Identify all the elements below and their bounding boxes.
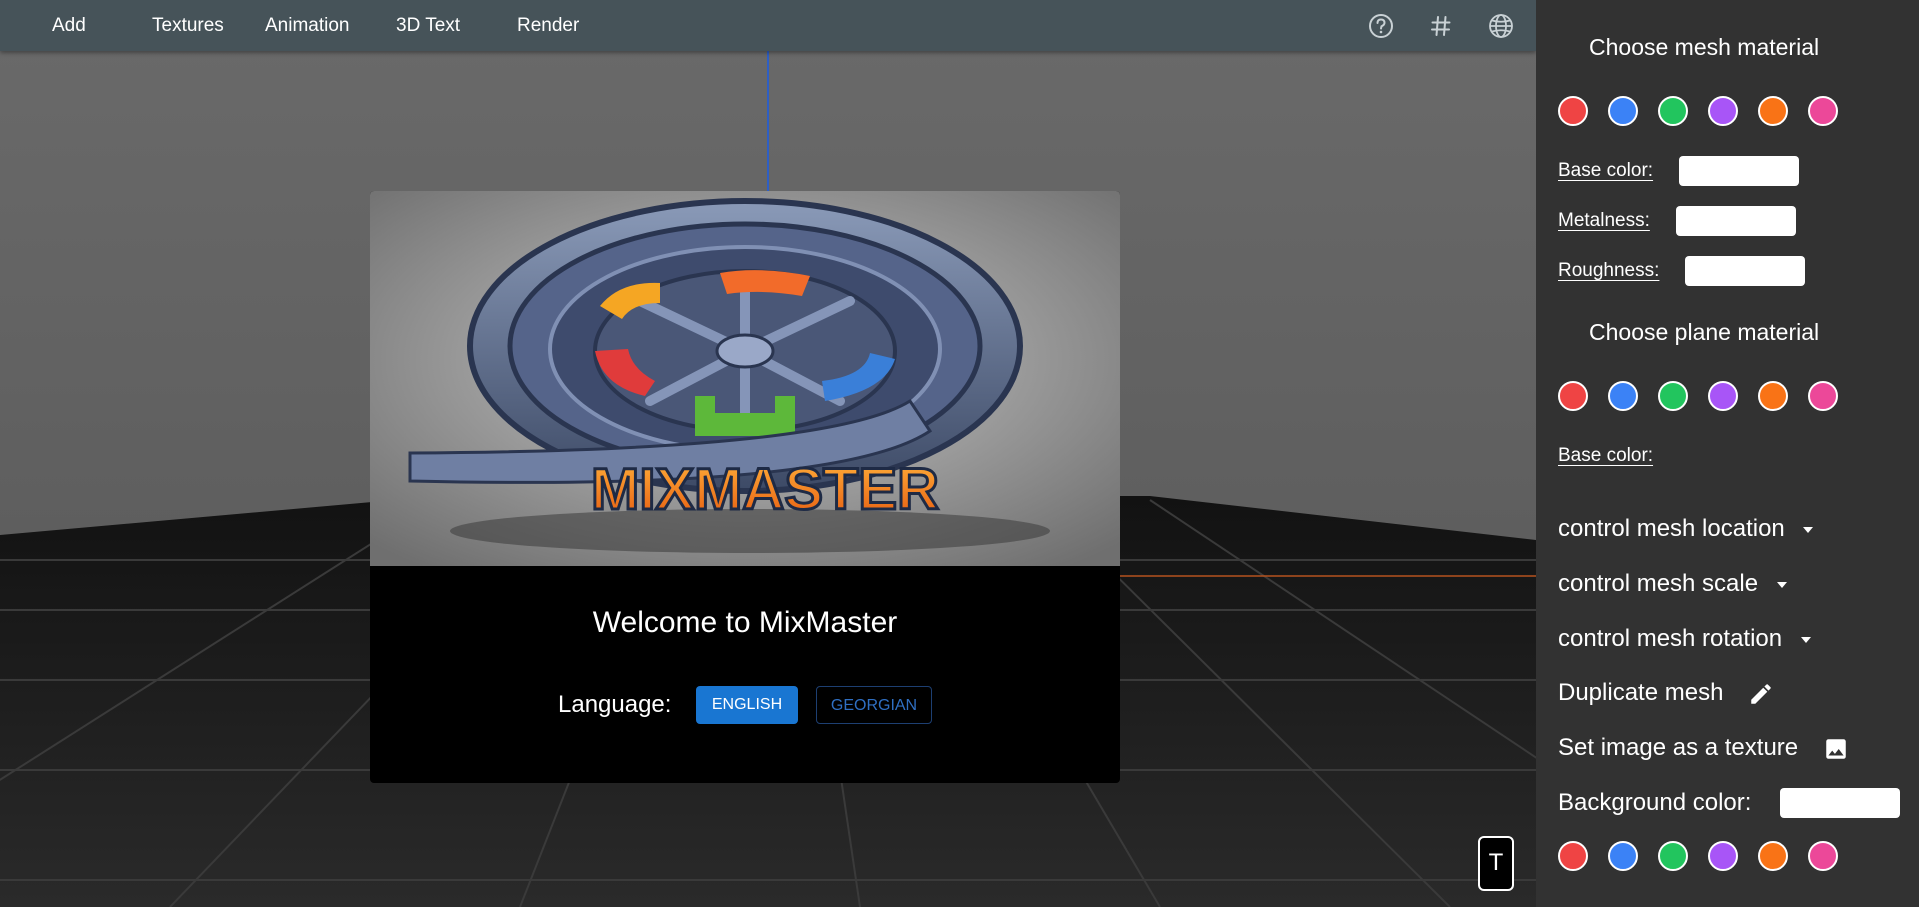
top-menu-bar: Add Textures Animation 3D Text Render [0,0,1536,51]
bg-swatch-blue[interactable] [1608,841,1638,871]
pencil-icon [1751,683,1771,704]
plane-swatch-blue[interactable] [1608,381,1638,411]
set-image-texture-label: Set image as a texture [1558,734,1799,761]
caret-down-icon [1803,526,1814,533]
plane-swatch-purple[interactable] [1708,381,1738,411]
mixmaster-logo-image: MIXMASTER [370,191,1120,566]
menu-animation[interactable]: Animation [265,0,350,51]
duplicate-mesh-button[interactable]: Duplicate mesh [1558,679,1774,707]
swatch-orange[interactable] [1758,96,1788,126]
mesh-base-color-label: Base color: [1558,160,1654,181]
3d-viewport[interactable]: MIXMASTER Welcome to MixMaster Language:… [0,0,1536,907]
georgian-button[interactable]: GEORGIAN [816,686,932,724]
menu-add[interactable]: Add [52,0,86,51]
welcome-title: Welcome to MixMaster [592,606,898,639]
control-mesh-location[interactable]: control mesh location [1558,515,1815,543]
bg-swatch-green[interactable] [1658,841,1688,871]
logo-text: MIXMASTER [591,457,939,522]
swatch-green[interactable] [1658,96,1688,126]
language-row: Language: ENGLISH GEORGIAN [370,686,1120,726]
english-button[interactable]: ENGLISH [696,686,798,724]
control-mesh-location-label: control mesh location [1558,515,1785,542]
metalness-label: Metalness: [1558,210,1650,231]
control-mesh-rotation-label: control mesh rotation [1558,625,1783,652]
control-mesh-rotation[interactable]: control mesh rotation [1558,625,1813,653]
swatch-pink[interactable] [1808,96,1838,126]
duplicate-mesh-label: Duplicate mesh [1558,679,1724,706]
roughness-input[interactable] [1685,256,1805,286]
plane-base-color-label: Base color: [1558,445,1654,466]
swatch-red[interactable] [1558,96,1588,126]
language-label: Language: [558,691,672,718]
background-color-label: Background color: [1558,789,1752,816]
help-circle-icon[interactable] [1368,13,1394,39]
bg-swatch-purple[interactable] [1708,841,1738,871]
bg-swatch-pink[interactable] [1808,841,1838,871]
image-icon [1826,738,1846,759]
plane-swatch-pink[interactable] [1808,381,1838,411]
swatch-blue[interactable] [1608,96,1638,126]
roughness-label: Roughness: [1558,260,1660,281]
plane-swatch-orange[interactable] [1758,381,1788,411]
bg-swatch-red[interactable] [1558,841,1588,871]
metalness-input[interactable] [1676,206,1796,236]
properties-panel: Choose mesh material Base color: Metalne… [1536,0,1919,907]
background-color-input[interactable] [1780,788,1900,818]
mesh-material-title: Choose mesh material [1589,34,1820,60]
grid-hash-icon[interactable] [1428,13,1454,39]
mesh-base-color-input[interactable] [1679,156,1799,186]
text-tool-button[interactable]: T [1478,836,1514,891]
plane-swatch-red[interactable] [1558,381,1588,411]
caret-down-icon [1800,636,1811,643]
caret-down-icon [1776,581,1787,588]
welcome-dialog: MIXMASTER Welcome to MixMaster Language:… [370,191,1120,783]
bg-swatch-orange[interactable] [1758,841,1788,871]
control-mesh-scale-label: control mesh scale [1558,570,1759,597]
menu-textures[interactable]: Textures [152,0,224,51]
menu-3d-text[interactable]: 3D Text [396,0,460,51]
swatch-purple[interactable] [1708,96,1738,126]
control-mesh-scale[interactable]: control mesh scale [1558,570,1789,598]
globe-icon[interactable] [1488,13,1514,39]
menu-render[interactable]: Render [517,0,579,51]
set-image-texture-button[interactable]: Set image as a texture [1558,734,1849,762]
plane-material-title: Choose plane material [1589,319,1820,345]
plane-swatch-green[interactable] [1658,381,1688,411]
